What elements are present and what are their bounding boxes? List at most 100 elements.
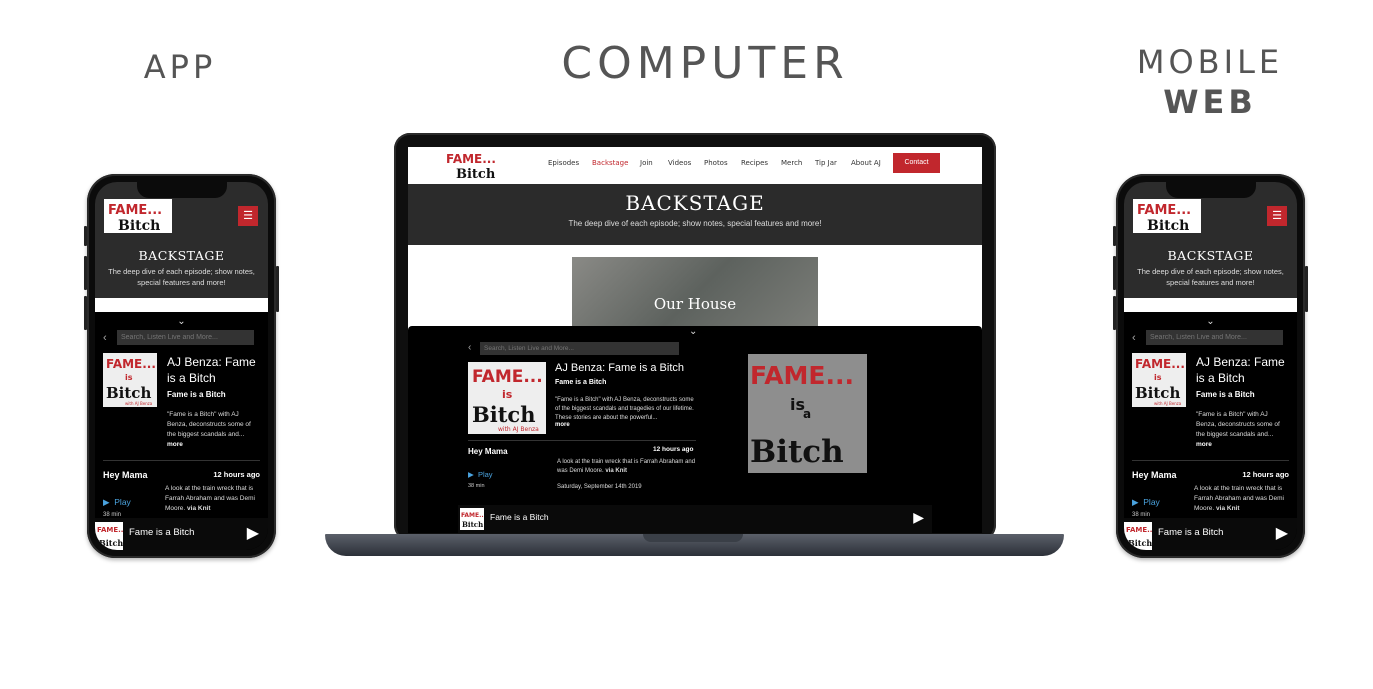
chevron-down-icon[interactable]: ⌄ [689,326,697,337]
episode-age: 12 hours ago [1242,470,1289,479]
svg-text:Bitch: Bitch [106,384,151,402]
podcast-artwork-large: FAME... is a Bitch [748,354,867,473]
chevron-down-icon[interactable]: ⌄ [1206,316,1214,327]
episode-age: 12 hours ago [653,446,694,453]
site-logo[interactable]: FAME... Bitch [104,199,172,233]
nav-photos[interactable]: Photos [704,159,728,167]
app-heading: APP [143,48,217,86]
computer-heading: COMPUTER [561,38,849,89]
svg-text:FAME...: FAME... [1137,203,1191,218]
svg-text:FAME...: FAME... [446,152,496,166]
app-phone: FAME... Bitch ☰ BACKSTAGE The deep dive … [84,174,279,558]
svg-text:Bitch: Bitch [462,520,483,529]
podcast-description: "Fame is a Bitch" with AJ Benza, deconst… [555,397,694,421]
play-icon[interactable]: ▶ [1276,523,1288,543]
svg-text:FAME...: FAME... [106,357,156,371]
search-input[interactable] [117,330,254,345]
now-playing-thumb: FAME... Bitch [95,522,123,550]
svg-text:is: is [502,388,513,401]
site-nav: FAME... Bitch Episodes Backstage Join Vi… [408,147,982,184]
player-panel: ⌄ ‹ FAME... is Bitch with AJ Benza AJ Be… [1124,312,1297,550]
mobile-web-phone: FAME... Bitch ☰ BACKSTAGE The deep dive … [1113,174,1308,558]
nav-merch[interactable]: Merch [781,159,802,167]
podcast-name[interactable]: Fame is a Bitch [1196,390,1255,399]
svg-text:Bitch: Bitch [750,434,844,470]
back-icon[interactable]: ‹ [103,332,107,344]
play-button[interactable]: ▶ Play [468,470,493,479]
play-button[interactable]: ▶ Play [103,497,131,508]
podcast-description: "Fame is a Bitch" with AJ Benza, deconst… [167,411,251,438]
app-screen: FAME... Bitch ☰ BACKSTAGE The deep dive … [95,182,268,550]
episode-card[interactable]: Our House [572,257,818,332]
podcast-artwork: FAME... is Bitch with AJ Benza [468,362,546,434]
svg-text:with AJ Benza: with AJ Benza [498,426,539,433]
site-logo[interactable]: FAME... Bitch [1133,199,1201,233]
nav-videos[interactable]: Videos [668,159,691,167]
mobile-web-heading: MOBILE WEB [1120,42,1300,122]
svg-text:Bitch: Bitch [1147,218,1189,233]
laptop-hinge [643,534,743,542]
hamburger-icon[interactable]: ☰ [1267,206,1287,226]
svg-text:Bitch: Bitch [472,402,535,427]
episode-title[interactable]: Hey Mama [1132,470,1177,480]
podcast-name[interactable]: Fame is a Bitch [555,379,606,386]
search-input[interactable] [480,342,679,355]
mobile-heading-line2: WEB [1163,83,1257,121]
site-logo[interactable]: FAME... Bitch [444,150,506,180]
now-playing-bar[interactable]: FAME... Bitch Fame is a Bitch ▶ [1124,518,1297,550]
hamburger-icon[interactable]: ☰ [238,206,258,226]
episode-card-title: Our House [653,295,737,313]
now-playing-bar[interactable]: FAME... Bitch Fame is a Bitch ▶ [95,518,268,550]
podcast-name[interactable]: Fame is a Bitch [167,390,226,399]
episode-age: 12 hours ago [213,470,260,479]
episode-description: A look at the train wreck that is Farrah… [165,485,255,512]
more-link[interactable]: more [167,441,183,448]
nav-episodes[interactable]: Episodes [548,159,579,167]
svg-text:FAME...: FAME... [472,367,543,387]
svg-text:FAME...: FAME... [1126,526,1152,534]
now-playing-thumb: FAME... Bitch [460,508,484,530]
svg-text:FAME...: FAME... [97,526,123,534]
more-link[interactable]: more [1196,441,1212,448]
svg-text:Bitch: Bitch [456,167,496,180]
divider [1132,460,1289,461]
episode-duration: 38 min [468,483,485,489]
play-button[interactable]: ▶ Play [1132,497,1160,508]
divider [468,440,696,441]
page-subtitle: The deep dive of each episode; show note… [568,219,822,228]
nav-about-aj[interactable]: About AJ [851,159,881,167]
back-icon[interactable]: ‹ [1132,332,1136,344]
page-subtitle: The deep dive of each episode; show note… [108,267,255,287]
episode-description: A look at the train wreck that is Farrah… [1194,485,1284,512]
svg-text:Bitch: Bitch [118,218,160,233]
nav-tip-jar[interactable]: Tip Jar [815,159,837,167]
page-title: BACKSTAGE [625,191,765,215]
svg-text:FAME...: FAME... [108,203,162,218]
back-icon[interactable]: ‹ [468,342,471,353]
svg-text:a: a [803,407,811,421]
nav-recipes[interactable]: Recipes [741,159,768,167]
svg-text:is: is [125,373,133,382]
player-panel: ⌄ ‹ FAME... is Bitch with AJ Benza AJ Be… [95,312,268,550]
now-playing-bar[interactable]: FAME... Bitch Fame is a Bitch ▶ [458,505,932,533]
mobile-web-screen: FAME... Bitch ☰ BACKSTAGE The deep dive … [1124,182,1297,550]
nav-backstage[interactable]: Backstage [592,159,628,167]
podcast-artwork: FAME... is Bitch with AJ Benza [1132,353,1186,407]
episode-title[interactable]: Hey Mama [468,447,508,456]
contact-button[interactable]: Contact [893,153,940,173]
episode-date: Saturday, September 14th 2019 [557,484,642,490]
now-playing-title: Fame is a Bitch [490,512,549,522]
svg-text:FAME...: FAME... [1135,357,1185,371]
play-icon[interactable]: ▶ [247,523,259,543]
more-link[interactable]: more [555,422,570,428]
now-playing-title: Fame is a Bitch [129,527,195,538]
page-title: BACKSTAGE [1167,248,1254,263]
page-title: BACKSTAGE [138,248,225,263]
chevron-down-icon[interactable]: ⌄ [177,316,185,327]
play-icon[interactable]: ▶ [913,509,924,526]
svg-text:with AJ Benza: with AJ Benza [1154,401,1182,406]
nav-join[interactable]: Join [640,159,653,167]
now-playing-thumb: FAME... Bitch [1124,522,1152,550]
search-input[interactable] [1146,330,1283,345]
episode-title[interactable]: Hey Mama [103,470,148,480]
